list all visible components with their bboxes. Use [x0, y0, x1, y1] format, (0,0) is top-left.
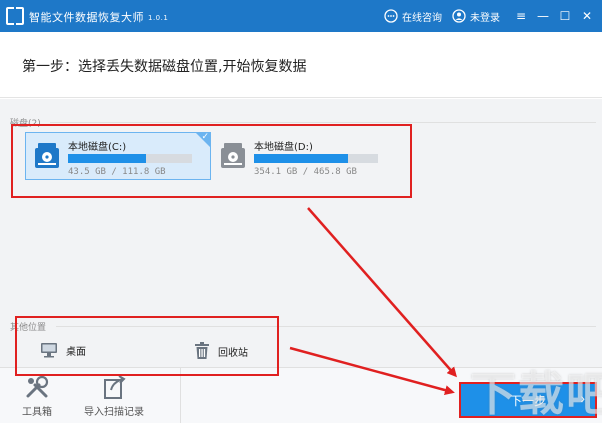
- disk-c-usage-fill: [68, 154, 147, 163]
- disk-c-size: 43.5 GB / 111.8 GB: [68, 167, 166, 177]
- toolbox-icon: [26, 375, 49, 398]
- location-recycle-bin[interactable]: 回收站: [194, 342, 248, 360]
- next-step-button[interactable]: 下一步 ›: [461, 384, 595, 416]
- maximize-icon: ☐: [559, 9, 571, 23]
- maximize-button[interactable]: ☐: [554, 0, 576, 32]
- disk-c-name: 本地磁盘(C:): [68, 142, 127, 153]
- disks-section-label: 磁盘(2): [10, 119, 41, 129]
- app-title: 智能文件数据恢复大师 1.0.1: [29, 9, 168, 25]
- close-button[interactable]: ✕: [576, 0, 598, 32]
- online-consult-label: 在线咨询: [402, 12, 442, 24]
- minimize-button[interactable]: —: [532, 0, 554, 32]
- app-version: 1.0.1: [148, 14, 169, 22]
- login-label: 未登录: [470, 12, 500, 24]
- disk-d-usage-bar: [254, 154, 378, 163]
- login-button[interactable]: 未登录: [452, 9, 500, 24]
- disk-c-usage-bar: [68, 154, 192, 163]
- disk-d-usage-fill: [254, 154, 349, 163]
- disk-c-card[interactable]: 本地磁盘(C:) 43.5 GB / 111.8 GB ✓: [25, 132, 211, 180]
- location-desktop-label: 桌面: [66, 346, 86, 358]
- other-section-label: 其他位置: [10, 323, 47, 333]
- toolbox-label: 工具箱: [22, 407, 52, 418]
- hard-drive-icon: [221, 143, 245, 168]
- disks-section-divider: [50, 122, 596, 123]
- recycle-bin-icon: [195, 342, 209, 359]
- minimize-icon: —: [537, 9, 549, 23]
- disk-d-name: 本地磁盘(D:): [254, 142, 313, 153]
- menu-icon: ≡: [515, 9, 527, 23]
- app-title-text: 智能文件数据恢复大师: [29, 11, 144, 24]
- step-text: 第一步：选择丢失数据磁盘位置,开始恢复数据: [22, 59, 307, 75]
- step-header: 第一步：选择丢失数据磁盘位置,开始恢复数据: [0, 32, 602, 98]
- chevron-right-icon: ›: [580, 390, 585, 406]
- chat-icon: [384, 9, 398, 23]
- menu-button[interactable]: ≡: [510, 0, 532, 32]
- toolbox-button[interactable]: 工具箱: [22, 374, 52, 418]
- location-recycle-bin-label: 回收站: [218, 347, 248, 359]
- user-icon: [452, 9, 466, 23]
- import-icon: [104, 375, 126, 399]
- desktop-icon: [41, 343, 57, 358]
- toolbar-divider: [180, 368, 181, 423]
- location-desktop[interactable]: 桌面: [40, 342, 86, 358]
- import-scan-record-button[interactable]: 导入扫描记录: [84, 374, 144, 418]
- other-section-divider: [56, 326, 596, 327]
- import-scan-record-label: 导入扫描记录: [84, 407, 144, 418]
- hard-drive-icon: [35, 143, 59, 168]
- online-consult-button[interactable]: 在线咨询: [384, 9, 442, 24]
- disk-d-card[interactable]: 本地磁盘(D:) 354.1 GB / 465.8 GB: [211, 132, 397, 180]
- next-step-label: 下一步: [509, 393, 546, 408]
- close-icon: ✕: [581, 9, 593, 23]
- title-bar: 智能文件数据恢复大师 1.0.1 在线咨询 未登录 ≡ — ☐ ✕: [0, 0, 602, 32]
- disk-d-size: 354.1 GB / 465.8 GB: [254, 167, 357, 177]
- app-logo-icon: [6, 7, 24, 25]
- checkmark-icon: ✓: [201, 132, 209, 142]
